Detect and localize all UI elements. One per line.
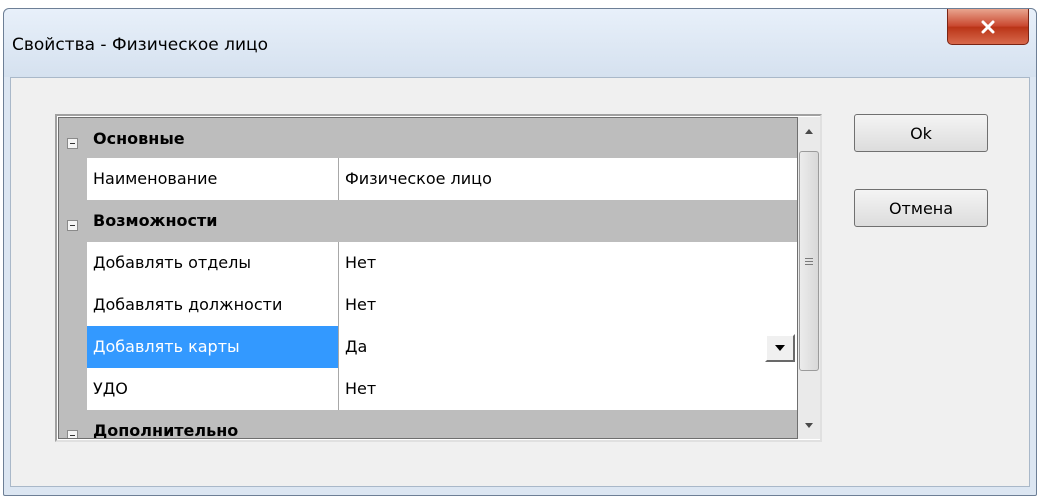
grip-icon	[805, 256, 813, 267]
property-value[interactable]: Физическое лицо	[339, 158, 797, 201]
window-title: Свойства - Физическое лицо	[12, 35, 269, 55]
category-row-main[interactable]: Основные	[59, 118, 797, 161]
property-row-add-departments[interactable]: Добавлять отделы Нет	[59, 242, 797, 285]
collapse-minus-icon[interactable]	[67, 138, 78, 149]
property-row-add-positions[interactable]: Добавлять должности Нет	[59, 284, 797, 327]
property-row-name[interactable]: Наименование Физическое лицо	[59, 158, 797, 201]
row-gutter	[59, 158, 87, 201]
row-gutter	[59, 242, 87, 285]
chevron-down-icon	[775, 345, 785, 351]
property-value[interactable]: Нет	[339, 242, 797, 285]
property-name[interactable]: Добавлять карты	[87, 326, 339, 369]
title-bar[interactable]: Свойства - Физическое лицо	[4, 9, 1036, 77]
collapse-minus-icon[interactable]	[67, 430, 78, 438]
arrow-down-icon	[805, 422, 813, 428]
category-label: Основные	[93, 129, 185, 148]
property-value-select[interactable]: Да	[339, 326, 797, 369]
vertical-scrollbar[interactable]	[798, 117, 820, 439]
scroll-thumb[interactable]	[799, 151, 819, 371]
property-value-text: Да	[345, 337, 368, 356]
property-grid: Основные Наименование Физическое лицо Во…	[55, 114, 822, 442]
property-value[interactable]: Нет	[339, 284, 797, 327]
category-label: Возможности	[93, 211, 218, 230]
category-row-capabilities[interactable]: Возможности	[59, 200, 797, 243]
dialog-client-area: Основные Наименование Физическое лицо Во…	[10, 77, 1030, 487]
property-name[interactable]: Добавлять отделы	[87, 242, 339, 285]
property-grid-rows: Основные Наименование Физическое лицо Во…	[58, 117, 798, 439]
cancel-button[interactable]: Отмена	[854, 189, 988, 227]
close-icon	[981, 20, 995, 33]
close-button[interactable]	[947, 9, 1029, 45]
property-name[interactable]: УДО	[87, 368, 339, 411]
category-row-additional[interactable]: Дополнительно	[59, 410, 797, 439]
row-gutter	[59, 326, 87, 369]
row-gutter	[59, 284, 87, 327]
scroll-down-button[interactable]	[798, 411, 820, 439]
collapse-minus-icon[interactable]	[67, 220, 78, 231]
scroll-up-button[interactable]	[798, 117, 820, 145]
property-name[interactable]: Наименование	[87, 158, 339, 201]
arrow-up-icon	[805, 128, 813, 134]
properties-dialog: Свойства - Физическое лицо Основные Наим…	[3, 8, 1037, 496]
dropdown-button[interactable]	[765, 334, 795, 362]
property-name[interactable]: Добавлять должности	[87, 284, 339, 327]
ok-button[interactable]: Ok	[854, 114, 988, 152]
property-row-add-cards[interactable]: Добавлять карты Да	[59, 326, 797, 369]
property-value[interactable]: Нет	[339, 368, 797, 411]
category-label: Дополнительно	[93, 421, 239, 439]
row-gutter	[59, 368, 87, 411]
property-row-udo[interactable]: УДО Нет	[59, 368, 797, 411]
